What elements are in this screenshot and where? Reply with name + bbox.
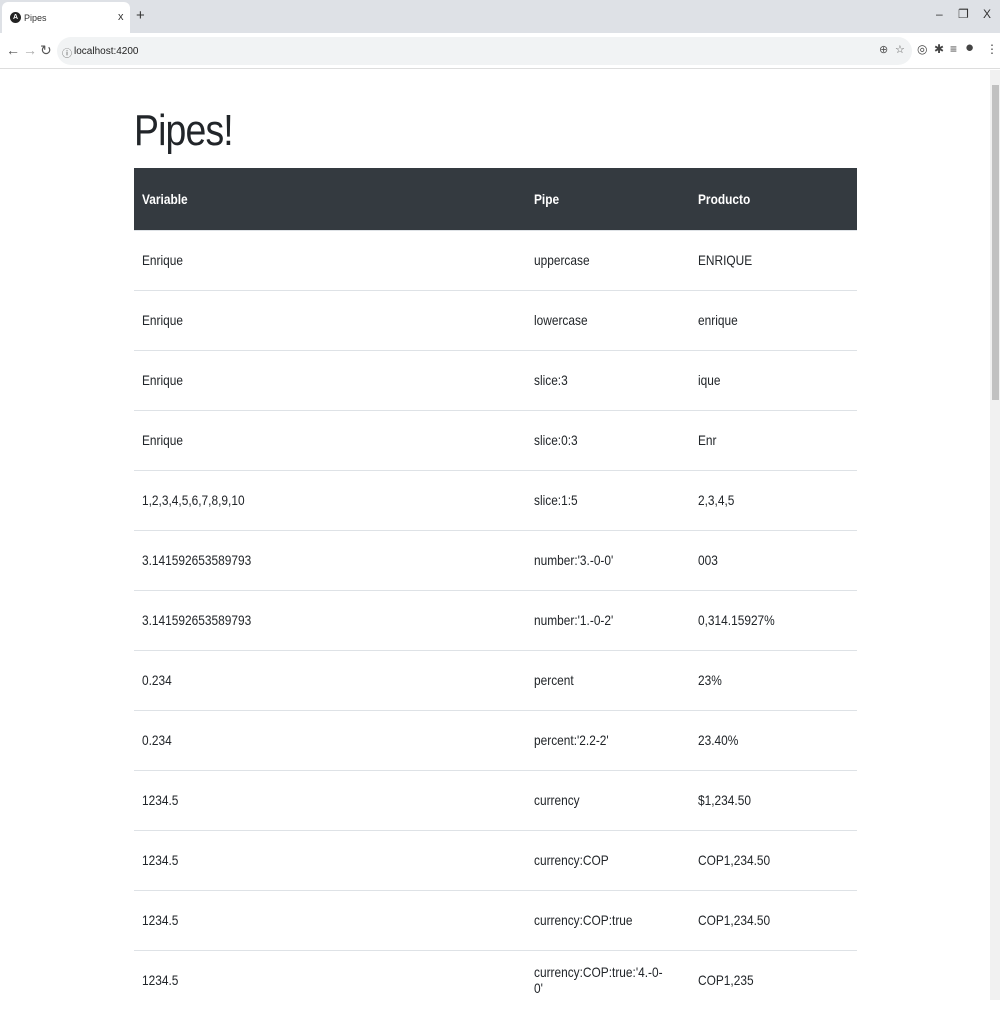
table-row: 0.234 percent:'2.2-2' 23.40% [134, 709, 857, 770]
address-bar[interactable]: ⓘ localhost:4200 ⊕ ☆ [57, 37, 912, 65]
cell-variable: 0.234 [134, 649, 526, 710]
table-row: Enrique uppercase ENRIQUE [134, 229, 857, 290]
table-row: 1234.5 currency:COP:true COP1,234.50 [134, 889, 857, 950]
scrollbar[interactable] [990, 70, 1000, 1000]
cell-producto: enrique [690, 289, 857, 350]
header-variable: Variable [134, 168, 526, 230]
cell-variable: Enrique [134, 229, 526, 290]
cell-variable: 1234.5 [134, 949, 526, 1010]
table-row: 3.141592653589793 number:'1.-0-2' 0,314.15… [134, 589, 857, 650]
cell-producto: $1,234.50 [690, 769, 857, 830]
zoom-icon[interactable]: ⊕ [879, 43, 888, 56]
page-title: Pipes! [134, 106, 234, 155]
cell-pipe: uppercase [526, 229, 690, 290]
table-row: 1234.5 currency $1,234.50 [134, 769, 857, 830]
cell-pipe: percent [526, 649, 690, 710]
cell-producto: 23% [690, 649, 857, 710]
cell-pipe: currency:COP [526, 829, 690, 890]
info-icon[interactable]: ⓘ [62, 45, 72, 60]
cell-variable: 0.234 [134, 709, 526, 770]
cell-pipe: slice:1:5 [526, 469, 690, 530]
cell-pipe: slice:0:3 [526, 409, 690, 470]
cell-pipe: currency:COP:true [526, 889, 690, 950]
header-producto: Producto [690, 168, 857, 230]
cell-pipe: lowercase [526, 289, 690, 350]
cell-pipe: slice:3 [526, 349, 690, 410]
table-row: 3.141592653589793 number:'3.-0-0' 003 [134, 529, 857, 590]
browser-tab[interactable]: A Pipes x [2, 2, 130, 33]
cell-pipe: number:'1.-0-2' [526, 589, 690, 650]
cell-producto: COP1,235 [690, 949, 857, 1010]
cell-variable: 3.141592653589793 [134, 529, 526, 590]
table-row: 1234.5 currency:COP COP1,234.50 [134, 829, 857, 890]
table-row: Enrique lowercase enrique [134, 289, 857, 350]
cell-variable: 3.141592653589793 [134, 589, 526, 650]
angular-icon: A [10, 12, 21, 23]
cell-producto: 23.40% [690, 709, 857, 770]
restore-button[interactable]: ❐ [958, 7, 969, 21]
minimize-button[interactable]: – [936, 7, 943, 21]
table-row: 1234.5 currency:COP:true:'4.-0-0' COP1,235 [134, 949, 857, 1010]
cell-pipe: currency [526, 769, 690, 830]
cell-pipe: percent:'2.2-2' [526, 709, 690, 770]
cell-variable: 1,2,3,4,5,6,7,8,9,10 [134, 469, 526, 530]
cell-producto: 0,314.15927% [690, 589, 857, 650]
header-pipe: Pipe [526, 168, 690, 230]
cell-variable: Enrique [134, 409, 526, 470]
url-text[interactable]: localhost:4200 [74, 46, 139, 57]
pipes-table: Variable Pipe Producto Enrique uppercase E… [134, 168, 857, 1010]
close-window-button[interactable]: X [983, 7, 991, 21]
new-tab-button[interactable]: + [136, 7, 145, 24]
cell-variable: Enrique [134, 349, 526, 410]
tab-bar: A Pipes x + – ❐ X [0, 0, 1000, 33]
table-row: 1,2,3,4,5,6,7,8,9,10 slice:1:5 2,3,4,5 [134, 469, 857, 530]
extension-icon[interactable]: ◎ [917, 42, 927, 56]
scrollbar-thumb[interactable] [992, 85, 999, 400]
cell-producto: COP1,234.50 [690, 889, 857, 950]
cell-pipe: number:'3.-0-0' [526, 529, 690, 590]
menu-icon[interactable]: ⋮ [986, 42, 998, 56]
back-icon[interactable]: ← [6, 42, 20, 58]
reload-icon[interactable]: ↻ [40, 42, 52, 59]
tab-close-button[interactable]: x [118, 11, 124, 23]
address-toolbar: ← → ↻ ⓘ localhost:4200 ⊕ ☆ ◎ ✱ ≡ ● ⋮ [0, 33, 1000, 69]
table-row: Enrique slice:0:3 Enr [134, 409, 857, 470]
cell-variable: 1234.5 [134, 829, 526, 890]
table-row: 0.234 percent 23% [134, 649, 857, 710]
table-header-row: Variable Pipe Producto [134, 168, 857, 230]
reading-list-icon[interactable]: ≡ [950, 42, 957, 56]
cell-variable: 1234.5 [134, 889, 526, 950]
cell-producto: ique [690, 349, 857, 410]
forward-icon[interactable]: → [23, 42, 37, 58]
cell-producto: 2,3,4,5 [690, 469, 857, 530]
cell-producto: Enr [690, 409, 857, 470]
cell-variable: Enrique [134, 289, 526, 350]
profile-icon[interactable]: ● [965, 39, 974, 56]
table-row: Enrique slice:3 ique [134, 349, 857, 410]
cell-producto: COP1,234.50 [690, 829, 857, 890]
cell-pipe: currency:COP:true:'4.-0-0' [526, 949, 690, 1010]
cell-producto: 003 [690, 529, 857, 590]
cell-producto: ENRIQUE [690, 229, 857, 290]
bookmark-star-icon[interactable]: ☆ [895, 43, 905, 56]
puzzle-icon[interactable]: ✱ [934, 42, 944, 56]
tab-title: Pipes [24, 13, 47, 23]
cell-variable: 1234.5 [134, 769, 526, 830]
